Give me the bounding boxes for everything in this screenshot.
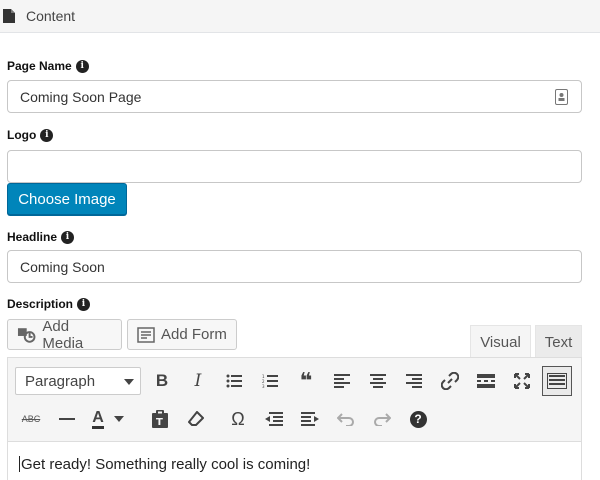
- text-cursor: [19, 456, 20, 472]
- undo-icon[interactable]: [331, 404, 361, 434]
- chevron-down-icon: [124, 379, 134, 385]
- bullet-list-icon[interactable]: [219, 366, 249, 396]
- bold-glyph: B: [155, 371, 169, 390]
- description-label-text: Description: [7, 297, 74, 311]
- headline-input[interactable]: Coming Soon: [7, 250, 582, 283]
- omega-glyph: Ω: [231, 408, 245, 429]
- info-icon[interactable]: i: [40, 128, 54, 142]
- logo-input[interactable]: [7, 150, 582, 183]
- headline-label-text: Headline: [7, 230, 58, 244]
- info-icon[interactable]: i: [77, 297, 91, 311]
- fullscreen-icon[interactable]: [507, 366, 537, 396]
- chevron-down-icon: [113, 416, 124, 422]
- format-select-value: Paragraph: [25, 372, 96, 390]
- panel-title: Content: [26, 8, 76, 24]
- bold-icon[interactable]: B: [147, 366, 177, 396]
- tab-visual[interactable]: Visual: [470, 325, 531, 358]
- document-icon: [3, 9, 15, 23]
- format-select[interactable]: Paragraph: [15, 367, 141, 395]
- page-name-input[interactable]: Coming Soon Page: [7, 80, 582, 113]
- form-icon: [137, 326, 155, 343]
- strike-glyph: ABC: [21, 414, 41, 424]
- add-media-icon: [17, 327, 36, 343]
- text-color-glyph: A: [92, 409, 104, 429]
- add-form-label: Add Form: [161, 326, 227, 343]
- toolbar-toggle-icon[interactable]: [542, 366, 572, 396]
- quote-glyph: ❝: [299, 368, 313, 393]
- italic-icon[interactable]: I: [183, 366, 213, 396]
- svg-text:3: 3: [262, 384, 265, 388]
- text-color-icon[interactable]: A: [88, 404, 128, 434]
- paste-text-icon[interactable]: T: [145, 404, 175, 434]
- add-media-label: Add Media: [42, 317, 84, 352]
- align-right-icon[interactable]: [399, 366, 429, 396]
- redo-icon[interactable]: [367, 404, 397, 434]
- add-form-button[interactable]: Add Form: [127, 319, 237, 350]
- info-icon[interactable]: i: [75, 59, 89, 73]
- horizontal-line-icon[interactable]: [52, 404, 82, 434]
- headline-value: Coming Soon: [20, 258, 105, 275]
- blockquote-icon[interactable]: ❝: [291, 366, 321, 396]
- description-label: Description i: [7, 297, 91, 311]
- strikethrough-icon[interactable]: ABC: [16, 404, 46, 434]
- headline-label: Headline i: [7, 230, 75, 244]
- clear-formatting-icon[interactable]: [181, 404, 211, 434]
- page-name-value: Coming Soon Page: [20, 88, 142, 105]
- page-name-label-text: Page Name: [7, 59, 72, 73]
- editor-content-text: Get ready! Something really cool is comi…: [21, 456, 311, 473]
- help-glyph: ?: [409, 410, 427, 428]
- choose-image-button[interactable]: Choose Image: [7, 183, 127, 215]
- editor-content[interactable]: Get ready! Something really cool is comi…: [19, 456, 310, 473]
- indent-icon[interactable]: [295, 404, 325, 434]
- info-icon[interactable]: i: [61, 230, 75, 244]
- add-media-button[interactable]: Add Media: [7, 317, 122, 352]
- numbered-list-icon[interactable]: 123: [255, 366, 285, 396]
- editor: Paragraph B I 123 ❝ ABC A T Ω ? Get read…: [7, 357, 582, 480]
- align-center-icon[interactable]: [363, 366, 393, 396]
- logo-label: Logo i: [7, 128, 54, 142]
- special-character-icon[interactable]: Ω: [223, 404, 253, 434]
- link-icon[interactable]: [435, 366, 465, 396]
- logo-label-text: Logo: [7, 128, 37, 142]
- italic-glyph: I: [194, 371, 202, 391]
- panel-header: Content: [0, 0, 600, 33]
- read-more-icon[interactable]: [471, 366, 501, 396]
- editor-toolbar: Paragraph B I 123 ❝ ABC A T Ω ?: [8, 358, 581, 442]
- outdent-icon[interactable]: [259, 404, 289, 434]
- page-name-label: Page Name i: [7, 59, 89, 73]
- tab-text[interactable]: Text: [535, 325, 582, 358]
- help-icon[interactable]: ?: [403, 404, 433, 434]
- align-left-icon[interactable]: [327, 366, 357, 396]
- contact-card-icon[interactable]: [555, 89, 568, 105]
- svg-text:T: T: [156, 417, 163, 428]
